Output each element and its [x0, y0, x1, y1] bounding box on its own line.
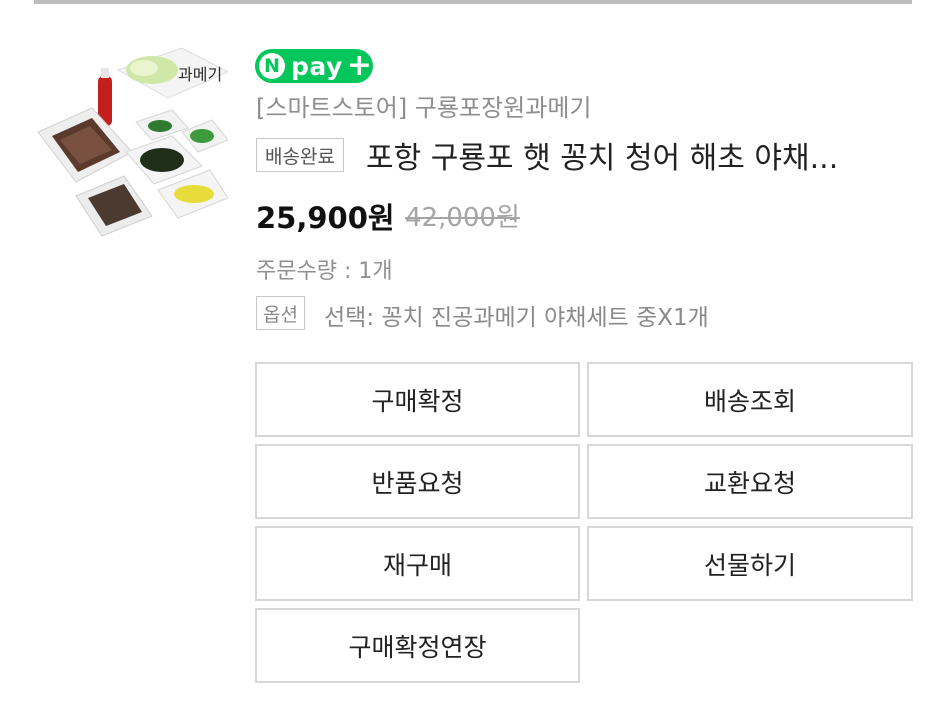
extend-confirm-button[interactable]: 구매확정연장 [255, 608, 580, 683]
option-badge: 옵션 [256, 296, 305, 330]
top-divider [34, 0, 912, 4]
npay-plus-badge: N pay + [255, 49, 373, 83]
sale-price: 25,900원 [256, 201, 395, 235]
store-name[interactable]: [스마트스토어] 구룡포장원과메기 [256, 88, 591, 123]
gift-button[interactable]: 선물하기 [587, 526, 913, 601]
delivery-tracking-button[interactable]: 배송조회 [587, 362, 913, 437]
product-title[interactable]: 포항 구룡포 햇 꽁치 청어 해초 야채... [366, 133, 892, 177]
plus-icon: + [346, 48, 372, 83]
npay-text: pay [291, 51, 343, 81]
purchase-confirm-button[interactable]: 구매확정 [255, 362, 580, 437]
npay-logo-icon: N [259, 53, 285, 79]
return-request-button[interactable]: 반품요청 [255, 444, 580, 519]
delivery-status-badge: 배송완료 [256, 138, 344, 172]
svg-text:과메기: 과메기 [178, 65, 222, 84]
order-quantity: 주문수량 : 1개 [256, 259, 393, 284]
product-thumbnail[interactable]: 과메기 [32, 40, 228, 240]
original-price: 42,000원 [405, 203, 520, 233]
rebuy-button[interactable]: 재구매 [255, 526, 580, 601]
option-text: 선택: 꽁치 진공과메기 야채세트 중X1개 [324, 305, 709, 331]
exchange-request-button[interactable]: 교환요청 [587, 444, 913, 519]
